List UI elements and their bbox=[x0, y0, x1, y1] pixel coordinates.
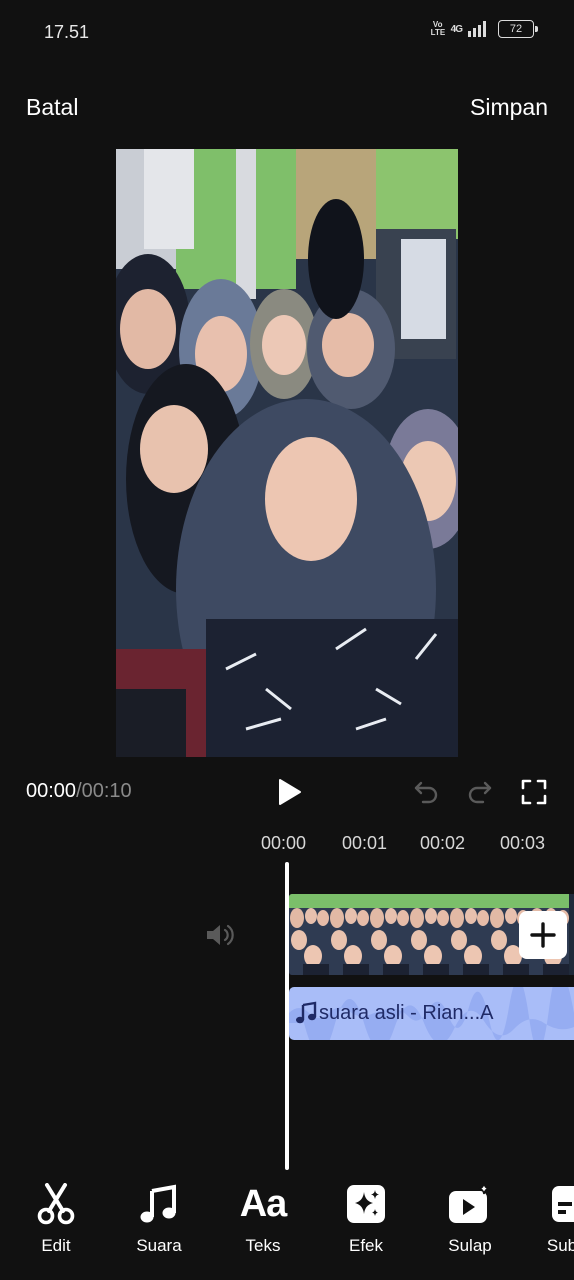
music-note-icon bbox=[296, 1001, 317, 1024]
ruler-label: 00:03 bbox=[500, 833, 546, 853]
status-icons: Vo LTE 4G 72 bbox=[430, 20, 538, 38]
status-bar: 17.51 Vo LTE 4G 72 bbox=[0, 0, 574, 64]
time-display: 00:00/00:10 bbox=[26, 780, 132, 803]
sparkle-effect-icon bbox=[344, 1182, 388, 1226]
toolbar-label: Efek bbox=[348, 1236, 384, 1255]
cancel-button[interactable]: Batal bbox=[26, 94, 78, 121]
fullscreen-button[interactable] bbox=[520, 778, 548, 806]
toolbar-item-effects[interactable]: Efek bbox=[326, 1182, 406, 1256]
magic-video-icon bbox=[448, 1182, 492, 1226]
ruler-label: 00:01 bbox=[342, 833, 388, 853]
toolbar-item-sound[interactable]: Suara bbox=[119, 1182, 199, 1256]
redo-button[interactable] bbox=[466, 778, 494, 806]
undo-icon bbox=[414, 781, 438, 804]
toolbar-label: Sulap bbox=[448, 1236, 492, 1255]
speaker-icon bbox=[207, 924, 234, 946]
play-icon bbox=[279, 779, 301, 805]
text-aa-icon: Aa bbox=[239, 1183, 288, 1225]
toolbar-label: Suara bbox=[136, 1236, 182, 1255]
total-time: 00:10 bbox=[81, 780, 132, 802]
battery-level: 72 bbox=[509, 23, 523, 35]
music-note-icon bbox=[137, 1182, 181, 1226]
clip-volume-button[interactable] bbox=[204, 920, 236, 950]
battery-icon: 72 bbox=[498, 20, 538, 38]
preview-photo bbox=[116, 149, 458, 757]
scissors-icon bbox=[34, 1182, 78, 1226]
add-clip-button[interactable] bbox=[519, 911, 567, 959]
play-button[interactable] bbox=[273, 776, 305, 808]
audio-track[interactable]: suara asli - Rian...A bbox=[289, 987, 574, 1040]
toolbar-item-subtitle[interactable]: Sub bbox=[522, 1182, 574, 1256]
status-time: 17.51 bbox=[44, 22, 90, 42]
toolbar-item-magic[interactable]: Sulap bbox=[430, 1182, 510, 1256]
network-type: 4G bbox=[450, 23, 463, 35]
undo-button[interactable] bbox=[412, 778, 440, 806]
audio-track-label: suara asli - Rian...A bbox=[319, 1002, 494, 1024]
signal-icon bbox=[468, 21, 486, 37]
ruler-label: 00:00 bbox=[261, 833, 307, 853]
fullscreen-icon bbox=[521, 779, 547, 805]
toolbar-label: Teks bbox=[245, 1236, 281, 1255]
playhead[interactable] bbox=[285, 862, 289, 1170]
subtitle-icon bbox=[540, 1182, 574, 1226]
ruler-label: 00:02 bbox=[420, 833, 466, 853]
toolbar-label: Edit bbox=[41, 1236, 71, 1255]
toolbar-label: Sub bbox=[546, 1236, 574, 1255]
volte-icon: Vo LTE bbox=[430, 20, 446, 37]
toolbar-item-edit[interactable]: Edit bbox=[16, 1182, 96, 1256]
video-preview[interactable] bbox=[116, 149, 458, 757]
current-time: 00:00 bbox=[26, 780, 77, 802]
toolbar-item-text[interactable]: Aa Teks bbox=[223, 1182, 303, 1256]
save-button[interactable]: Simpan bbox=[470, 94, 548, 121]
plus-icon bbox=[530, 922, 556, 948]
redo-icon bbox=[468, 781, 492, 804]
